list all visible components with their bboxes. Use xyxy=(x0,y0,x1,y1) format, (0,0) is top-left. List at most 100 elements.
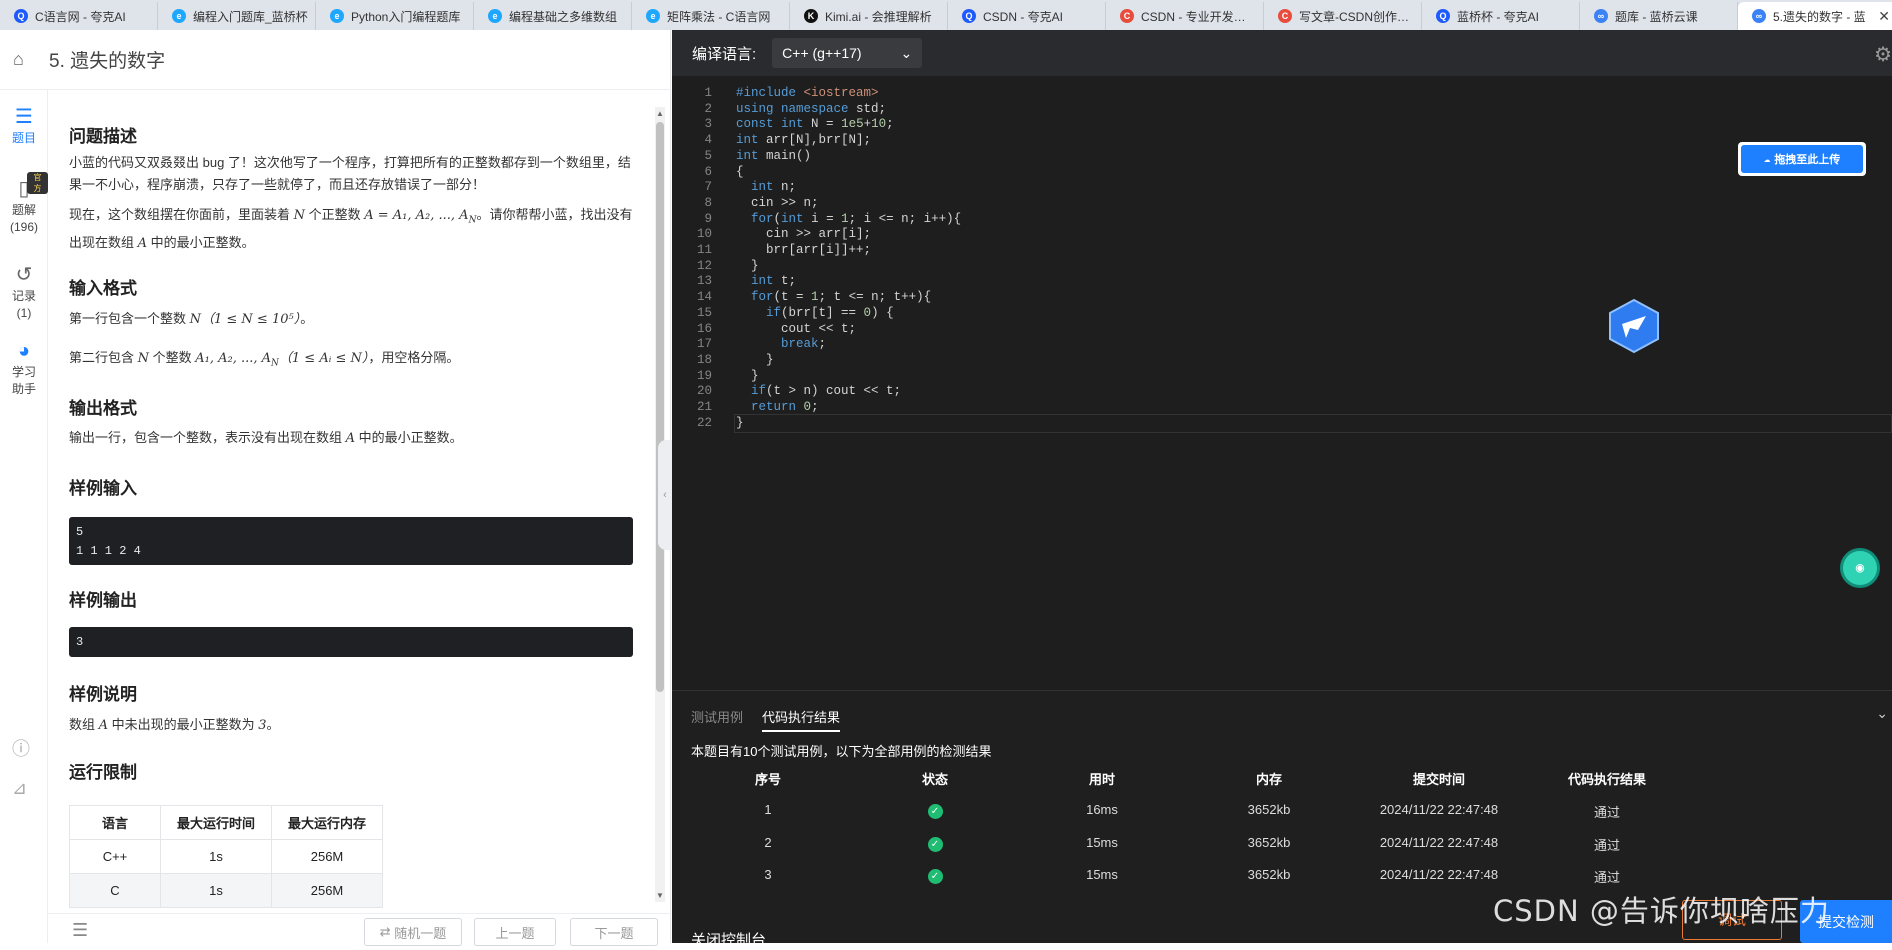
math: N xyxy=(293,208,305,223)
language-select[interactable]: C++ (g++17) ⌄ xyxy=(772,38,923,68)
table-cell: 16ms xyxy=(1086,802,1118,817)
text: 中的最小正整数。 xyxy=(147,234,255,250)
home-icon[interactable]: ⌂ xyxy=(13,49,35,70)
table-cell: 2024/11/22 22:47:48 xyxy=(1379,834,1499,850)
watermark: CSDN @告诉你坝啥压力 xyxy=(1493,894,1830,928)
table-cell: C++ xyxy=(69,839,161,874)
language-label: 编译语言: xyxy=(692,45,757,63)
explain-heading: 样例说明 xyxy=(69,685,137,704)
code-line: 22} xyxy=(672,414,1892,433)
rail-label: 题目 xyxy=(11,131,36,145)
table-header: 用时 xyxy=(1088,772,1115,787)
table-row: C++ 1s 256M xyxy=(69,839,383,874)
table-cell: 15ms xyxy=(1086,834,1118,850)
browser-tab-title: 写文章-CSDN创作中心 xyxy=(1299,9,1415,24)
mascot-icon[interactable]: ◉ xyxy=(1840,548,1880,588)
favicon-icon: e xyxy=(488,9,502,23)
browser-tab[interactable]: e Python入门编程题库 xyxy=(316,2,474,30)
browser-tab-title: C语言网 - 夸克AI xyxy=(35,9,126,24)
tab-test-cases[interactable]: 测试用例 xyxy=(691,707,743,732)
scroll-thumb[interactable] xyxy=(656,122,664,692)
browser-tab-bar: Q C语言网 - 夸克AI e 编程入门题库_蓝桥杯 e Python入门编程题库 e 编程基… xyxy=(0,0,1892,30)
side-rail: ☰ 题目 官方 ▯ 题解 (196) ↺ 记录 (1) ◕ 学习 助手 ⓘ ⊿ xyxy=(0,90,48,943)
browser-tab[interactable]: C 写文章-CSDN创作中心 xyxy=(1264,2,1422,30)
table-cell: 通过 xyxy=(1593,837,1620,853)
favicon-icon: ∞ xyxy=(1594,9,1608,23)
input-line-2: 第二行包含 N 个整数 A₁, A₂, ..., AN（1 ≤ Aᵢ ≤ N），… xyxy=(69,347,459,375)
browser-tab[interactable]: ∞ 题库 - 蓝桥云课 xyxy=(1580,2,1738,30)
browser-tab[interactable]: Q C语言网 - 夸克AI xyxy=(0,2,158,30)
browser-tab-title: 蓝桥杯 - 夸克AI xyxy=(1457,9,1540,24)
math: A xyxy=(345,431,356,446)
random-problem-button[interactable]: ⇄ 随机一题 xyxy=(364,918,462,946)
problem-footer: ☰ ⇄ 随机一题 上一题 下一题 xyxy=(48,913,671,946)
stats-icon[interactable]: ⊿ xyxy=(12,778,27,799)
scroll-down-icon[interactable]: ▼ xyxy=(656,891,664,900)
browser-tab[interactable]: K Kimi.ai - 会推理解析 xyxy=(790,2,948,30)
table-cell: 1 xyxy=(764,802,772,817)
math: A₁, A₂, ..., A xyxy=(195,351,272,366)
menu-icon[interactable]: ☰ xyxy=(72,920,88,941)
table-header: 状态 xyxy=(921,772,948,787)
panel-collapse-handle[interactable]: ‹ xyxy=(658,440,672,550)
rail-item-assistant[interactable]: ◕ 学习 助手 xyxy=(0,338,48,398)
code-editor[interactable]: ☁ 拖拽至此上传 ◉ 1 #include <iostream> 2 using nam… xyxy=(672,76,1892,690)
browser-tab[interactable]: Q CSDN - 夸克AI xyxy=(948,2,1106,30)
input-line-1: 第一行包含一个整数 N（1 ≤ N ≤ 10⁵）。 xyxy=(69,308,313,331)
table-header: 最大运行内存 xyxy=(271,805,383,840)
desc-paragraph-1: 小蓝的代码又双叒叕出 bug 了！这次他写了一个程序，打算把所有的正整数都存到一… xyxy=(69,155,631,192)
language-value: C++ (g++17) xyxy=(782,45,862,61)
rail-label: 题解 xyxy=(11,203,36,217)
list-icon: ☰ xyxy=(15,106,33,128)
check-circle-icon: ✓ xyxy=(927,869,943,884)
help-icon[interactable]: ⓘ xyxy=(12,735,30,761)
official-badge: 官方 xyxy=(27,172,48,194)
text: 中的最小正整数。 xyxy=(355,430,463,445)
browser-tab[interactable]: ∞ 5.遗失的数字 - 蓝 ✕ xyxy=(1738,2,1892,30)
table-cell: 3652kb xyxy=(1247,834,1291,850)
problem-panel: ⌂ 5. 遗失的数字 ☰ 题目 官方 ▯ 题解 (196) ↺ 记录 (1) ◕… xyxy=(0,30,671,946)
next-problem-button[interactable]: 下一题 xyxy=(570,918,658,946)
rail-count: (1) xyxy=(16,306,32,320)
rail-item-problem[interactable]: ☰ 题目 xyxy=(0,104,48,147)
browser-tab[interactable]: e 编程基础之多维数组 xyxy=(474,2,632,30)
robot-icon: ◕ xyxy=(17,340,31,362)
text: 个整数 xyxy=(149,350,196,365)
table-header-row: 语言 最大运行时间 最大运行内存 xyxy=(69,805,383,840)
browser-tab[interactable]: C CSDN - 专业开发者社 xyxy=(1106,2,1264,30)
browser-tab[interactable]: Q 蓝桥杯 - 夸克AI xyxy=(1422,2,1580,30)
rail-count: (196) xyxy=(9,220,38,234)
code-text: } xyxy=(736,415,744,430)
close-tab-icon[interactable]: ✕ xyxy=(1878,8,1890,25)
explain-paragraph: 数组 A 中未出现的最小正整数为 3。 xyxy=(69,714,280,737)
sample-output-heading: 样例输出 xyxy=(69,591,137,610)
table-header: 内存 xyxy=(1255,772,1282,787)
browser-tab[interactable]: e 矩阵乘法 - C语言网 xyxy=(632,2,790,30)
close-console-button[interactable]: 关闭控制台 xyxy=(691,929,766,950)
check-circle-icon: ✓ xyxy=(927,804,943,819)
limit-heading: 运行限制 xyxy=(69,763,137,782)
math: N（1 ≤ N ≤ 10⁵） xyxy=(189,312,301,327)
rail-item-records[interactable]: ↺ 记录 (1) xyxy=(0,262,48,322)
text: 输出一行，包含一个整数，表示没有出现在数组 xyxy=(69,430,346,445)
prev-problem-button[interactable]: 上一题 xyxy=(474,918,556,946)
limits-table: 语言 最大运行时间 最大运行内存 C++ 1s 256M C 1s 256M xyxy=(69,805,383,908)
browser-tab[interactable]: e 编程入门题库_蓝桥杯 xyxy=(158,2,316,30)
tab-run-result[interactable]: 代码执行结果 xyxy=(762,707,841,732)
editor-toolbar: 编译语言: C++ (g++17) ⌄ ⚙ xyxy=(672,30,1892,76)
chevron-down-icon: ⌄ xyxy=(900,44,913,61)
gear-icon[interactable]: ⚙ xyxy=(1874,42,1892,67)
browser-tab-title: Kimi.ai - 会推理解析 xyxy=(825,9,932,24)
rail-item-solutions[interactable]: 官方 ▯ 题解 (196) xyxy=(0,172,48,236)
table-header: 提交时间 xyxy=(1412,772,1465,787)
table-cell: 15ms xyxy=(1086,867,1118,882)
favicon-icon: e xyxy=(172,9,186,23)
browser-tab-title: CSDN - 专业开发者社 xyxy=(1141,9,1257,24)
chevron-down-icon[interactable]: ⌄ xyxy=(1876,705,1888,722)
favicon-icon: Q xyxy=(1436,9,1450,23)
text: 中未出现的最小正整数为 xyxy=(108,717,259,732)
text: 第一行包含一个整数 xyxy=(69,311,190,326)
text: 现在，这个数组摆在你面前，里面装着 xyxy=(69,207,294,222)
scroll-up-icon[interactable]: ▲ xyxy=(656,109,664,118)
problem-header: ⌂ 5. 遗失的数字 xyxy=(0,30,671,90)
